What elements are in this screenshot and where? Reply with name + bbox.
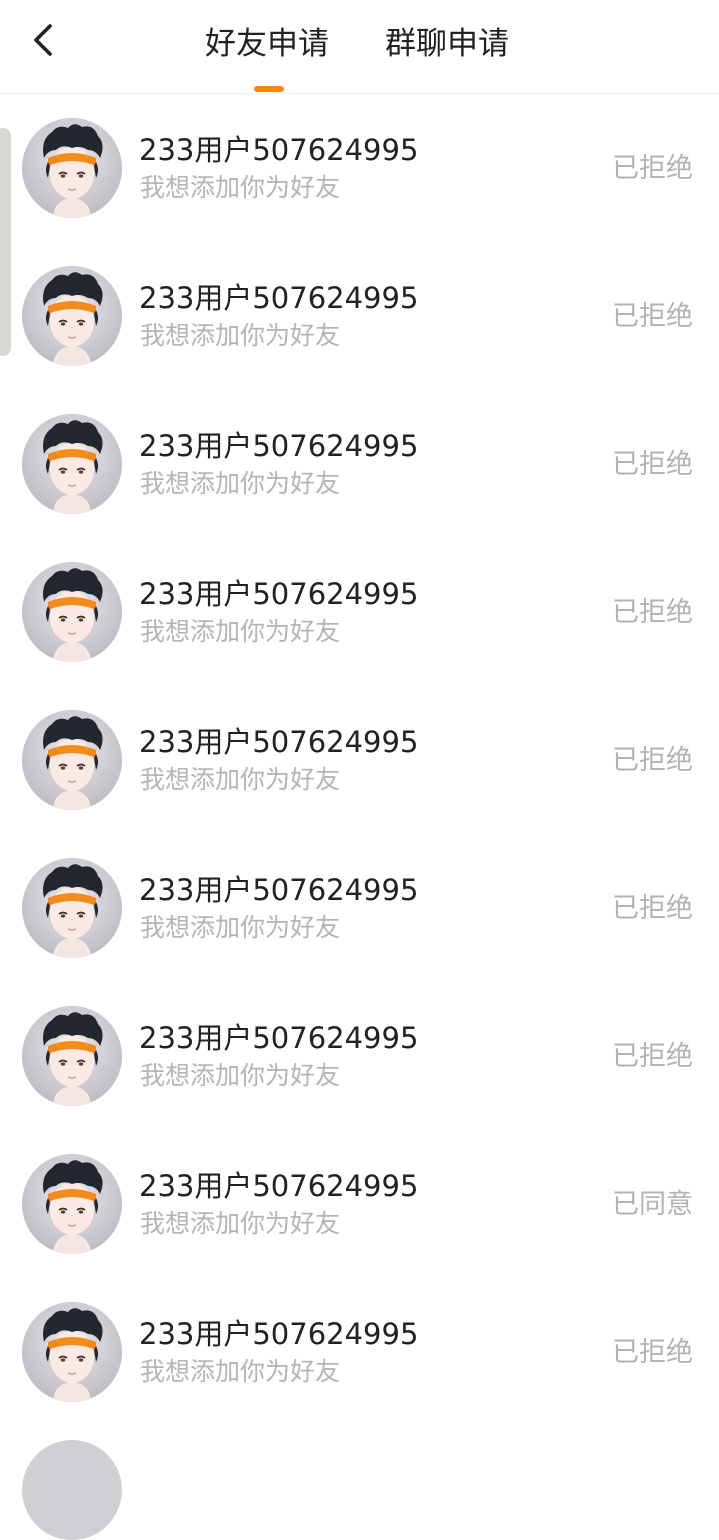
active-tab-indicator — [254, 86, 284, 92]
scroll-handle[interactable] — [0, 128, 11, 356]
request-status: 已拒绝 — [612, 1041, 693, 1072]
requester-name: 233用户507624995 — [139, 1169, 419, 1203]
request-message: 我想添加你为好友 — [140, 173, 341, 202]
avatar[interactable] — [22, 118, 122, 218]
avatar[interactable] — [22, 414, 122, 514]
request-status: 已拒绝 — [612, 1337, 693, 1368]
request-status: 已同意 — [612, 1189, 693, 1220]
list-item[interactable]: 233用户507624995 我想添加你为好友 已拒绝 — [0, 982, 719, 1130]
requester-name: 233用户507624995 — [139, 873, 419, 907]
avatar[interactable] — [22, 1154, 122, 1254]
top-bar: 好友申请 群聊申请 — [0, 0, 719, 94]
avatar[interactable] — [22, 562, 122, 662]
avatar[interactable] — [22, 1302, 122, 1402]
list-item[interactable]: 233用户507624995 我想添加你为好友 已拒绝 — [0, 686, 719, 834]
avatar[interactable] — [22, 1440, 122, 1540]
request-status: 已拒绝 — [612, 893, 693, 924]
list-item[interactable]: 233用户507624995 我想添加你为好友 已拒绝 — [0, 94, 719, 242]
requester-name: 233用户507624995 — [139, 429, 419, 463]
list-item[interactable]: 233用户507624995 我想添加你为好友 已拒绝 — [0, 1278, 719, 1426]
request-status: 已拒绝 — [612, 597, 693, 628]
avatar[interactable] — [22, 710, 122, 810]
back-button[interactable] — [22, 18, 68, 64]
requester-name: 233用户507624995 — [139, 577, 419, 611]
list-item[interactable]: 233用户507624995 我想添加你为好友 已拒绝 — [0, 834, 719, 982]
list-item[interactable]: 233用户507624995 我想添加你为好友 已同意 — [0, 1130, 719, 1278]
avatar[interactable] — [22, 858, 122, 958]
chevron-left-icon — [22, 18, 68, 64]
tab-friend-requests[interactable]: 好友申请 — [205, 22, 335, 66]
request-status: 已拒绝 — [612, 301, 693, 332]
avatar[interactable] — [22, 266, 122, 366]
avatar[interactable] — [22, 1006, 122, 1106]
request-message: 我想添加你为好友 — [140, 1061, 341, 1090]
request-message: 我想添加你为好友 — [140, 913, 341, 942]
list-item[interactable]: 233用户507624995 我想添加你为好友 已拒绝 — [0, 242, 719, 390]
request-message: 我想添加你为好友 — [140, 617, 341, 646]
request-message: 我想添加你为好友 — [140, 1209, 341, 1238]
request-message: 我想添加你为好友 — [140, 765, 341, 794]
list-item[interactable]: 233用户507624995 我想添加你为好友 已拒绝 — [0, 538, 719, 686]
tab-group-requests[interactable]: 群聊申请 — [385, 22, 515, 66]
request-status: 已拒绝 — [612, 745, 693, 776]
request-status: 已拒绝 — [612, 449, 693, 480]
request-message: 我想添加你为好友 — [140, 1357, 341, 1386]
request-message: 我想添加你为好友 — [140, 321, 341, 350]
list-item[interactable]: 233用户507624995 我想添加你为好友 已拒绝 — [0, 390, 719, 538]
request-message: 我想添加你为好友 — [140, 469, 341, 498]
list-item-partial[interactable] — [0, 1426, 719, 1540]
request-status: 已拒绝 — [612, 153, 693, 184]
requester-name: 233用户507624995 — [139, 725, 419, 759]
requester-name: 233用户507624995 — [139, 133, 419, 167]
requester-name: 233用户507624995 — [139, 281, 419, 315]
requester-name: 233用户507624995 — [139, 1317, 419, 1351]
requester-name: 233用户507624995 — [139, 1021, 419, 1055]
request-list[interactable]: 233用户507624995 我想添加你为好友 已拒绝 233用户5076249… — [0, 94, 719, 1540]
